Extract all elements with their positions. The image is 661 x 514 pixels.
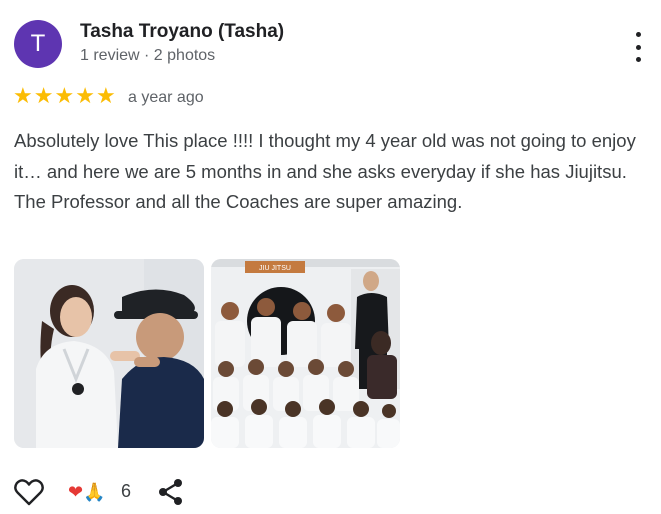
star-icon: ★ <box>95 83 116 108</box>
reactions-summary[interactable]: ❤🙏 <box>68 481 106 503</box>
star-icon: ★ <box>75 83 95 108</box>
reaction-emojis: ❤🙏 <box>68 482 106 502</box>
star-icon: ★ <box>13 83 33 108</box>
review-time: a year ago <box>128 89 204 106</box>
avatar-initial: T <box>30 30 46 57</box>
star-icon: ★ <box>33 83 54 108</box>
reviewer-name[interactable]: Tasha Troyano (Tasha) <box>80 21 284 43</box>
more-options-icon[interactable] <box>626 32 650 62</box>
like-button[interactable] <box>14 478 44 506</box>
reaction-count: 6 <box>121 481 132 501</box>
heart-outline-icon <box>14 479 44 506</box>
share-button[interactable] <box>158 478 184 506</box>
avatar[interactable]: T <box>14 20 62 68</box>
photo-jiujitsu-class-group-icon: JIU JITSU <box>211 259 400 448</box>
review-text: Absolutely love This place !!!! I though… <box>14 130 636 212</box>
share-icon <box>159 479 182 505</box>
review-actions: ❤🙏 6 <box>0 476 661 508</box>
star-icon: ★ <box>54 83 75 108</box>
reviewer-meta: 1 review · 2 photos <box>80 47 216 64</box>
photo-coach-and-child-icon <box>14 259 204 448</box>
review-photo-2[interactable]: JIU JITSU <box>211 259 400 448</box>
star-rating: ★ ★ ★ ★ ★ <box>13 85 116 107</box>
review-photo-1[interactable] <box>14 259 204 448</box>
signage-text: JIU JITSU <box>259 265 291 272</box>
